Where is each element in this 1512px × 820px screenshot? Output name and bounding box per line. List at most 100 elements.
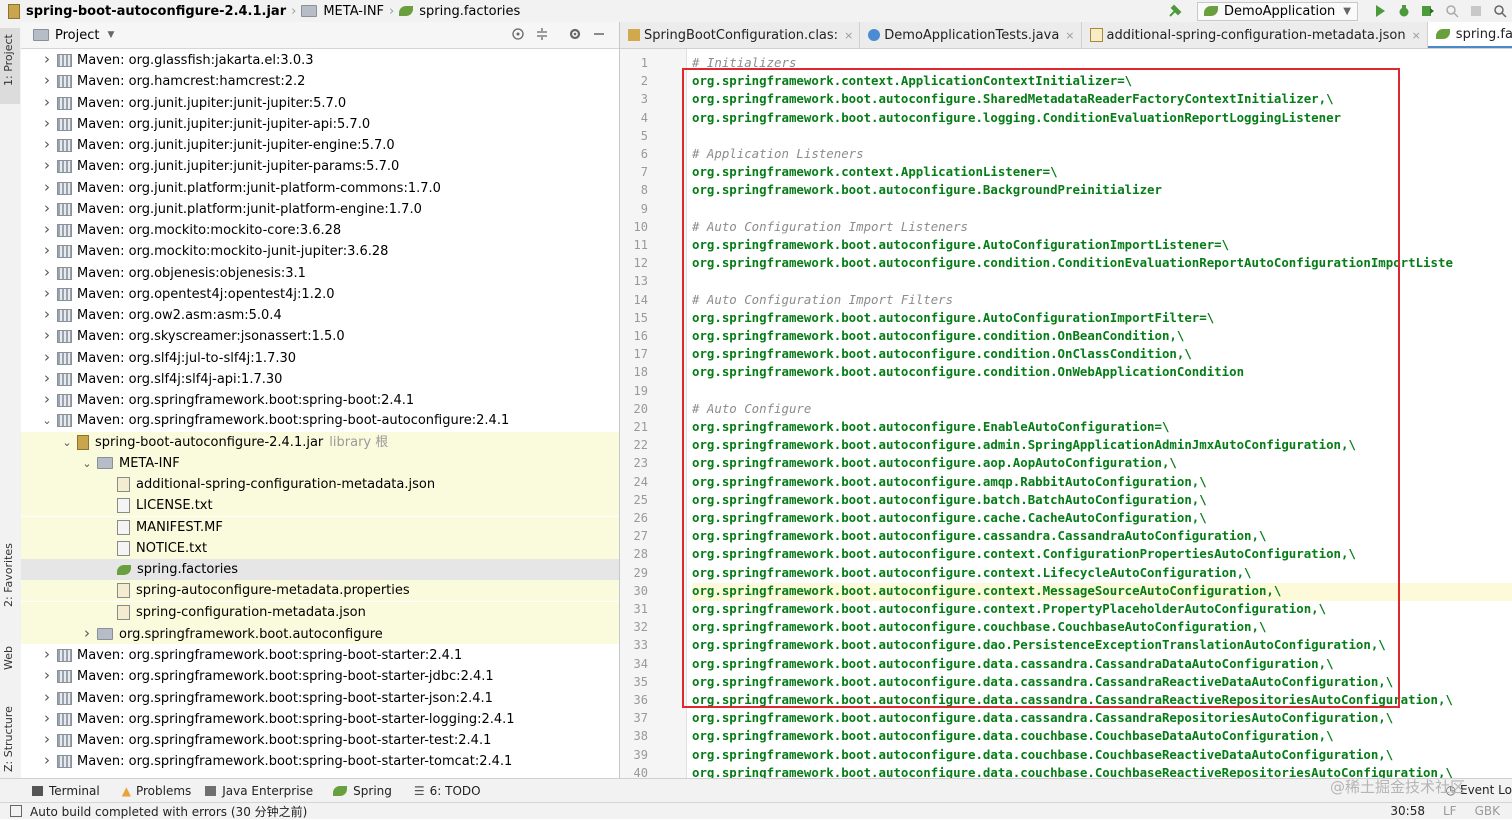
tree-item[interactable]: ›Maven: org.junit.jupiter:junit-jupiter-… — [21, 155, 619, 176]
chevron-right-icon[interactable]: › — [41, 368, 53, 389]
tree-item[interactable]: ›Maven: org.springframework.boot:spring-… — [21, 687, 619, 708]
tree-item[interactable]: spring-configuration-metadata.json — [21, 602, 619, 623]
chevron-right-icon[interactable]: › — [81, 623, 93, 644]
code-line[interactable]: org.springframework.boot.autoconfigure.a… — [692, 437, 1356, 452]
tree-item[interactable]: ›Maven: org.objenesis:objenesis:3.1 — [21, 262, 619, 283]
chevron-right-icon[interactable]: › — [41, 262, 53, 283]
chevron-right-icon[interactable]: › — [41, 283, 53, 304]
collapse-all-icon[interactable] — [535, 27, 549, 41]
code-line[interactable]: org.springframework.boot.autoconfigure.l… — [692, 110, 1341, 125]
close-icon[interactable]: × — [844, 29, 853, 42]
chevron-down-icon[interactable]: ⌄ — [41, 410, 53, 431]
java-enterprise-tool-button[interactable]: Java Enterprise — [205, 784, 313, 798]
code-line[interactable]: org.springframework.boot.autoconfigure.c… — [692, 328, 1184, 343]
tree-item[interactable]: ›org.springframework.boot.autoconfigure — [21, 623, 619, 644]
tree-item[interactable]: ›Maven: org.springframework.boot:spring-… — [21, 665, 619, 686]
spring-tool-button[interactable]: Spring — [333, 784, 392, 798]
tree-item[interactable]: ›Maven: org.ow2.asm:asm:5.0.4 — [21, 304, 619, 325]
tree-item[interactable]: ›Maven: org.junit.jupiter:junit-jupiter-… — [21, 113, 619, 134]
chevron-right-icon[interactable]: › — [41, 644, 53, 665]
code-line[interactable]: org.springframework.boot.autoconfigure.c… — [692, 619, 1266, 634]
chevron-right-icon[interactable]: › — [41, 198, 53, 219]
terminal-tool-button[interactable]: Terminal — [32, 784, 100, 798]
tree-item[interactable]: ›Maven: org.hamcrest:hamcrest:2.2 — [21, 70, 619, 91]
tree-item[interactable]: ›Maven: org.mockito:mockito-core:3.6.28 — [21, 219, 619, 240]
chevron-right-icon[interactable]: › — [41, 325, 53, 346]
problems-tool-button[interactable]: ▲Problems — [122, 784, 192, 798]
code-line[interactable]: org.springframework.boot.autoconfigure.B… — [692, 182, 1162, 197]
breadcrumb-jar[interactable]: spring-boot-autoconfigure-2.4.1.jar — [26, 4, 286, 19]
status-square-icon[interactable] — [10, 805, 22, 817]
chevron-right-icon[interactable]: › — [41, 708, 53, 729]
search-icon[interactable] — [1493, 4, 1507, 18]
tree-item[interactable]: ›Maven: org.junit.platform:junit-platfor… — [21, 177, 619, 198]
gear-icon[interactable] — [568, 27, 582, 41]
profile-icon[interactable] — [1445, 4, 1459, 18]
run-configuration-select[interactable]: DemoApplication ▼ — [1197, 2, 1358, 21]
tree-item[interactable]: ›Maven: org.slf4j:jul-to-slf4j:1.7.30 — [21, 347, 619, 368]
tree-item[interactable]: ›Maven: org.junit.jupiter:junit-jupiter-… — [21, 134, 619, 155]
code-line[interactable]: org.springframework.boot.autoconfigure.c… — [692, 546, 1356, 561]
code-line[interactable]: org.springframework.boot.autoconfigure.d… — [692, 674, 1393, 689]
hammer-icon[interactable] — [1168, 4, 1182, 18]
code-line[interactable]: org.springframework.boot.autoconfigure.d… — [692, 692, 1453, 707]
code-line[interactable]: org.springframework.boot.autoconfigure.b… — [692, 492, 1207, 507]
code-line[interactable]: org.springframework.boot.autoconfigure.c… — [692, 510, 1207, 525]
chevron-right-icon[interactable]: › — [41, 347, 53, 368]
code-comment-line[interactable]: # Auto Configuration Import Listeners — [692, 219, 968, 234]
run-icon[interactable] — [1373, 4, 1387, 18]
tree-item[interactable]: ›Maven: org.junit.jupiter:junit-jupiter:… — [21, 92, 619, 113]
chevron-right-icon[interactable]: › — [41, 155, 53, 176]
file-encoding[interactable]: GBK — [1475, 804, 1500, 818]
code-line[interactable]: org.springframework.boot.autoconfigure.d… — [692, 710, 1393, 725]
tree-item[interactable]: ›Maven: org.opentest4j:opentest4j:1.2.0 — [21, 283, 619, 304]
chevron-right-icon[interactable]: › — [41, 665, 53, 686]
tree-item[interactable]: ›Maven: org.skyscreamer:jsonassert:1.5.0 — [21, 325, 619, 346]
code-line[interactable]: org.springframework.context.ApplicationL… — [692, 164, 1058, 179]
code-line[interactable]: org.springframework.boot.autoconfigure.d… — [692, 747, 1393, 762]
chevron-right-icon[interactable]: › — [41, 92, 53, 113]
chevron-right-icon[interactable]: › — [41, 750, 53, 771]
editor-tab[interactable]: DemoApplicationTests.java× — [860, 22, 1081, 48]
tree-item[interactable]: ⌄META-INF — [21, 453, 619, 474]
code-line[interactable]: org.springframework.boot.autoconfigure.d… — [692, 637, 1386, 652]
chevron-right-icon[interactable]: › — [41, 219, 53, 240]
hide-panel-icon[interactable] — [592, 27, 606, 41]
tree-item[interactable]: ⌄Maven: org.springframework.boot:spring-… — [21, 410, 619, 431]
chevron-right-icon[interactable]: › — [41, 240, 53, 261]
favorites-tool-label[interactable]: 2: Favorites — [2, 543, 15, 607]
tree-item[interactable]: ›Maven: org.springframework.boot:spring-… — [21, 644, 619, 665]
tree-item[interactable]: ›Maven: org.glassfish:jakarta.el:3.0.3 — [21, 49, 619, 70]
editor-tab[interactable]: spring.factories× — [1428, 22, 1512, 48]
locate-icon[interactable] — [511, 27, 525, 41]
code-line[interactable]: org.springframework.context.ApplicationC… — [692, 73, 1132, 88]
close-icon[interactable]: × — [1412, 29, 1421, 42]
tree-item[interactable]: ›Maven: org.springframework.boot:spring-… — [21, 750, 619, 771]
structure-tool-label[interactable]: Z: Structure — [2, 706, 15, 772]
close-icon[interactable]: × — [1065, 29, 1074, 42]
code-line[interactable]: org.springframework.boot.autoconfigure.d… — [692, 656, 1334, 671]
code-line[interactable]: org.springframework.boot.autoconfigure.A… — [692, 237, 1229, 252]
chevron-right-icon[interactable]: › — [41, 687, 53, 708]
tree-item[interactable]: ›Maven: org.mockito:mockito-junit-jupite… — [21, 240, 619, 261]
chevron-right-icon[interactable]: › — [41, 113, 53, 134]
tree-item[interactable]: MANIFEST.MF — [21, 517, 619, 538]
code-comment-line[interactable]: # Initializers — [692, 55, 796, 70]
breadcrumb-file[interactable]: spring.factories — [419, 4, 520, 19]
web-tool-label[interactable]: Web — [2, 646, 15, 670]
chevron-right-icon[interactable]: › — [41, 134, 53, 155]
tree-item[interactable]: spring-autoconfigure-metadata.properties — [21, 580, 619, 601]
editor-tab[interactable]: additional-spring-configuration-metadata… — [1082, 22, 1428, 48]
tree-item[interactable]: spring.factories — [21, 559, 619, 580]
tree-item[interactable]: ›Maven: org.springframework.boot:spring-… — [21, 729, 619, 750]
todo-tool-button[interactable]: ☰6: TODO — [414, 784, 481, 798]
code-line[interactable]: org.springframework.boot.autoconfigure.E… — [692, 419, 1169, 434]
chevron-down-icon[interactable]: ⌄ — [61, 432, 73, 453]
tree-item[interactable]: additional-spring-configuration-metadata… — [21, 474, 619, 495]
stop-icon[interactable] — [1469, 4, 1483, 18]
chevron-right-icon[interactable]: › — [41, 304, 53, 325]
code-comment-line[interactable]: # Auto Configuration Import Filters — [692, 292, 953, 307]
editor-tab[interactable]: SpringBootConfiguration.clas:× — [620, 22, 860, 48]
code-line[interactable]: org.springframework.boot.autoconfigure.c… — [692, 583, 1281, 598]
code-line[interactable]: org.springframework.boot.autoconfigure.a… — [692, 474, 1207, 489]
